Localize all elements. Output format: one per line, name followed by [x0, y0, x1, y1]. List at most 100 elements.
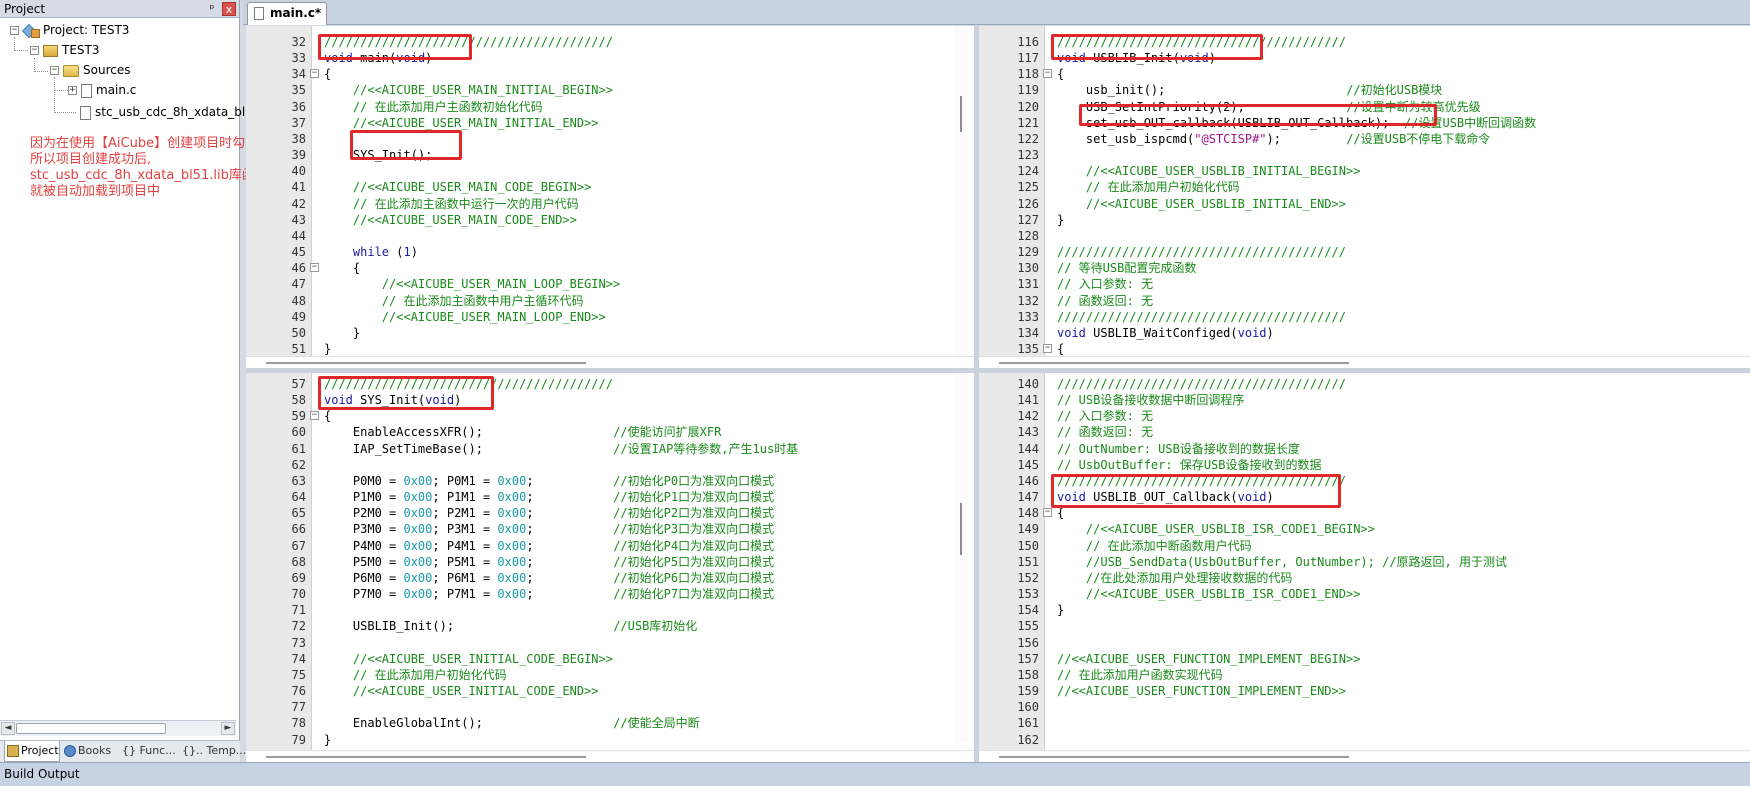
scroll-thumb[interactable]: [999, 756, 1349, 758]
tab-templates[interactable]: {}.. Temp...: [180, 741, 246, 762]
pane-splitter-horizontal[interactable]: [246, 368, 1750, 373]
project-panel: Project ᵖ x − Project: TEST3 − TEST3 − Sour…: [0, 0, 324, 762]
line-number: 158: [1017, 667, 1039, 682]
code-text: }: [324, 341, 331, 357]
tab-label: {} Func...: [122, 744, 176, 757]
code-line: 155: [979, 618, 1750, 634]
tree-connector: [54, 90, 68, 91]
code-line: 160: [979, 699, 1750, 715]
tab-functions[interactable]: {} Func...: [120, 741, 178, 762]
expand-icon[interactable]: +: [68, 86, 77, 95]
scroll-right-icon[interactable]: ►: [221, 722, 235, 735]
project-hscrollbar[interactable]: ◄ ►: [0, 720, 236, 736]
line-number: 46: [291, 261, 306, 276]
scroll-thumb[interactable]: [999, 362, 1349, 364]
line-number: 162: [1017, 732, 1039, 747]
line-number: 39: [291, 148, 306, 163]
scroll-left-icon[interactable]: ◄: [1, 722, 15, 735]
line-number: 153: [1017, 587, 1039, 602]
tree-item-target[interactable]: − TEST3: [30, 42, 100, 58]
comment: // 函数返回: 无: [1057, 425, 1154, 440]
line-number: 48: [291, 293, 306, 308]
code-pane-main[interactable]: 32//////////////////////////////////////…: [246, 26, 974, 368]
line-number: 128: [1017, 228, 1039, 243]
line-number: 125: [1017, 180, 1039, 195]
tree-item-sources[interactable]: − Sources: [50, 62, 130, 78]
collapse-icon[interactable]: −: [10, 26, 19, 35]
books-icon: [64, 745, 76, 757]
code-line: 153 //<<AICUBE_USER_USBLIB_ISR_CODE1_END…: [979, 586, 1750, 602]
line-number: 147: [1017, 490, 1039, 505]
code-text: // 在此添加主函数中用户主循环代码: [324, 293, 584, 309]
scroll-thumb[interactable]: [16, 723, 166, 734]
tab-project[interactable]: Project: [4, 741, 60, 762]
line-number: 37: [291, 115, 306, 130]
line-number: 116: [1017, 35, 1039, 49]
code-text: USBLIB_Init();: [324, 618, 454, 634]
line-number: 38: [291, 131, 306, 146]
fold-icon[interactable]: −: [1043, 344, 1052, 354]
line-number: 124: [1017, 164, 1039, 179]
pane-splitter-vertical[interactable]: [974, 26, 979, 762]
line-number: 148: [1017, 506, 1039, 521]
vertical-scrollbar[interactable]: [954, 26, 968, 356]
horizontal-scrollbar[interactable]: [246, 356, 974, 368]
close-icon[interactable]: x: [222, 2, 236, 16]
fold-icon[interactable]: −: [1043, 508, 1052, 518]
project-panel-tabs: Project Books {} Func... {}.. Temp...: [0, 740, 246, 762]
tab-books[interactable]: Books: [62, 741, 118, 762]
code-line: 118−{: [979, 66, 1750, 82]
trailing-comment: //初始化P5口为准双向口模式: [613, 554, 775, 569]
code-text: {: [324, 408, 331, 424]
code-text: P2M0 = 0x00; P2M1 = 0x00;: [324, 505, 534, 521]
line-number: 159: [1017, 684, 1039, 699]
code-pane-sys-init[interactable]: 57//////////////////////////////////////…: [246, 373, 974, 762]
code-line: 62: [246, 457, 974, 473]
code-pane-out-callback[interactable]: 140 /////////////////////////////////////…: [979, 373, 1750, 762]
line-number: 161: [1017, 716, 1039, 731]
horizontal-scrollbar[interactable]: [979, 356, 1750, 368]
pin-icon[interactable]: ᵖ: [205, 0, 219, 18]
tree-item-main-c[interactable]: + main.c: [68, 82, 136, 98]
vertical-scrollbar[interactable]: [954, 373, 968, 743]
line-number: 35: [291, 83, 306, 98]
code-pane-usblib-init[interactable]: 116 /////////////////////////////////////…: [979, 26, 1750, 368]
scroll-thumb[interactable]: [266, 362, 586, 364]
collapse-icon[interactable]: −: [50, 66, 59, 75]
code-line: 151 //USB_SendData(UsbOutBuffer, OutNumb…: [979, 554, 1750, 570]
comment: //<<AICUBE_USER_USBLIB_ISR_CODE1_BEGIN>>: [1057, 522, 1375, 537]
target-icon: [43, 44, 58, 57]
comment: // USB设备接收数据中断回调程序: [1057, 393, 1245, 408]
code-line: 49 //<<AICUBE_USER_MAIN_LOOP_END>>: [246, 309, 974, 325]
horizontal-scrollbar[interactable]: [246, 750, 974, 762]
tab-main-c[interactable]: main.c*: [247, 2, 327, 25]
tree-connector: [54, 112, 76, 113]
build-output-bar[interactable]: Build Output: [0, 762, 1750, 786]
fold-icon[interactable]: −: [310, 69, 319, 79]
code-line: 60 EnableAccessXFR(); //使能访问扩展XFR: [246, 424, 974, 440]
tab-label: main.c*: [270, 6, 322, 20]
horizontal-scrollbar[interactable]: [979, 750, 1750, 762]
comment: // 在此添加中断函数用户代码: [1057, 538, 1252, 553]
collapse-icon[interactable]: −: [30, 46, 39, 55]
code-text: //<<AICUBE_USER_MAIN_INITIAL_END>>: [324, 115, 599, 131]
code-text: // 入口参数: 无: [1057, 408, 1153, 424]
fold-icon[interactable]: −: [1043, 69, 1052, 79]
fold-icon[interactable]: −: [310, 263, 319, 273]
line-number: 117: [1017, 51, 1039, 66]
comment: //<<AICUBE_USER_MAIN_LOOP_BEGIN>>: [324, 277, 621, 292]
code-line: 64 P1M0 = 0x00; P1M1 = 0x00; //初始化P1口为准双向…: [246, 489, 974, 505]
code-line: 128: [979, 228, 1750, 244]
scroll-thumb[interactable]: [960, 503, 962, 555]
scroll-thumb[interactable]: [960, 96, 962, 132]
comment: // 在此添加用户初始化代码: [324, 667, 507, 682]
tree-item-project[interactable]: − Project: TEST3: [10, 22, 129, 38]
highlight-box-main: [318, 34, 472, 60]
code-text: {: [324, 66, 331, 82]
scroll-thumb[interactable]: [266, 756, 586, 758]
tree-item-lib[interactable]: stc_usb_cdc_8h_xdata_bl5: [80, 104, 253, 120]
code-line: 66 P3M0 = 0x00; P3M1 = 0x00; //初始化P3口为准双向…: [246, 521, 974, 537]
code-statement: {: [324, 261, 361, 276]
fold-icon[interactable]: −: [310, 411, 319, 421]
code-line: 162: [979, 732, 1750, 748]
